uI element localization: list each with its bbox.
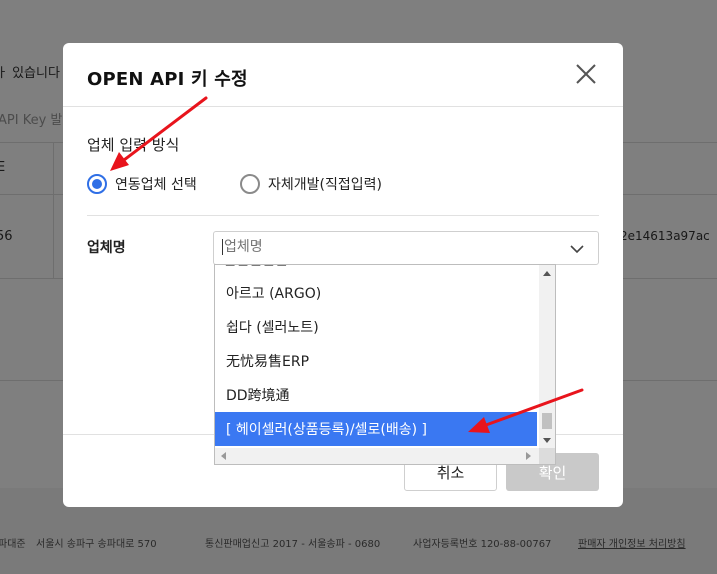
radio-self-developed[interactable]: 자체개발(직접입력) (240, 174, 382, 194)
radio-linked-company-label: 연동업체 선택 (115, 177, 197, 193)
list-item[interactable]: 쉽다 (셀러노트) (215, 310, 537, 344)
close-button[interactable] (573, 61, 599, 87)
chevron-down-icon[interactable] (570, 242, 584, 256)
company-select[interactable] (213, 231, 599, 265)
list-item-highlighted[interactable]: [ 헤이셀러(상품등록)/셀로(배송) ] (215, 412, 537, 446)
modal-title: OPEN API 키 수정 (87, 69, 248, 90)
horizontal-scrollbar[interactable] (215, 448, 555, 464)
radio-self-developed-label: 자체개발(직접입력) (268, 177, 382, 193)
list-item[interactable]: 아르고 (ARGO) (215, 276, 537, 310)
scroll-up-arrow-icon[interactable] (539, 267, 555, 281)
vertical-scrollbar[interactable] (539, 265, 555, 450)
radio-circle-unchecked[interactable] (240, 174, 260, 194)
close-icon (576, 64, 596, 84)
scroll-down-arrow-icon[interactable] (539, 433, 555, 447)
list-item[interactable]: DD跨境通 (215, 378, 537, 412)
input-method-label: 업체 입력 방식 (87, 136, 180, 154)
radio-linked-company[interactable]: 연동업체 선택 (87, 174, 197, 194)
list-item[interactable]: 无忧易售ERP (215, 344, 537, 378)
company-name-label: 업체명 (87, 240, 126, 256)
vertical-scroll-thumb[interactable] (542, 413, 552, 429)
partial-list-item: ─ ─ ─ ─ ─ (226, 264, 286, 274)
company-dropdown-list[interactable]: ─ ─ ─ ─ ─ 아르고 (ARGO) 쉽다 (셀러노트) 无忧易售ERP D… (214, 264, 556, 465)
header-divider (63, 106, 623, 107)
scrollbar-corner (539, 448, 555, 464)
scroll-right-arrow-icon[interactable] (521, 448, 535, 464)
radio-circle-checked[interactable] (87, 174, 107, 194)
company-search-input[interactable] (222, 239, 552, 255)
section-divider (87, 215, 599, 216)
scroll-left-arrow-icon[interactable] (217, 448, 231, 464)
